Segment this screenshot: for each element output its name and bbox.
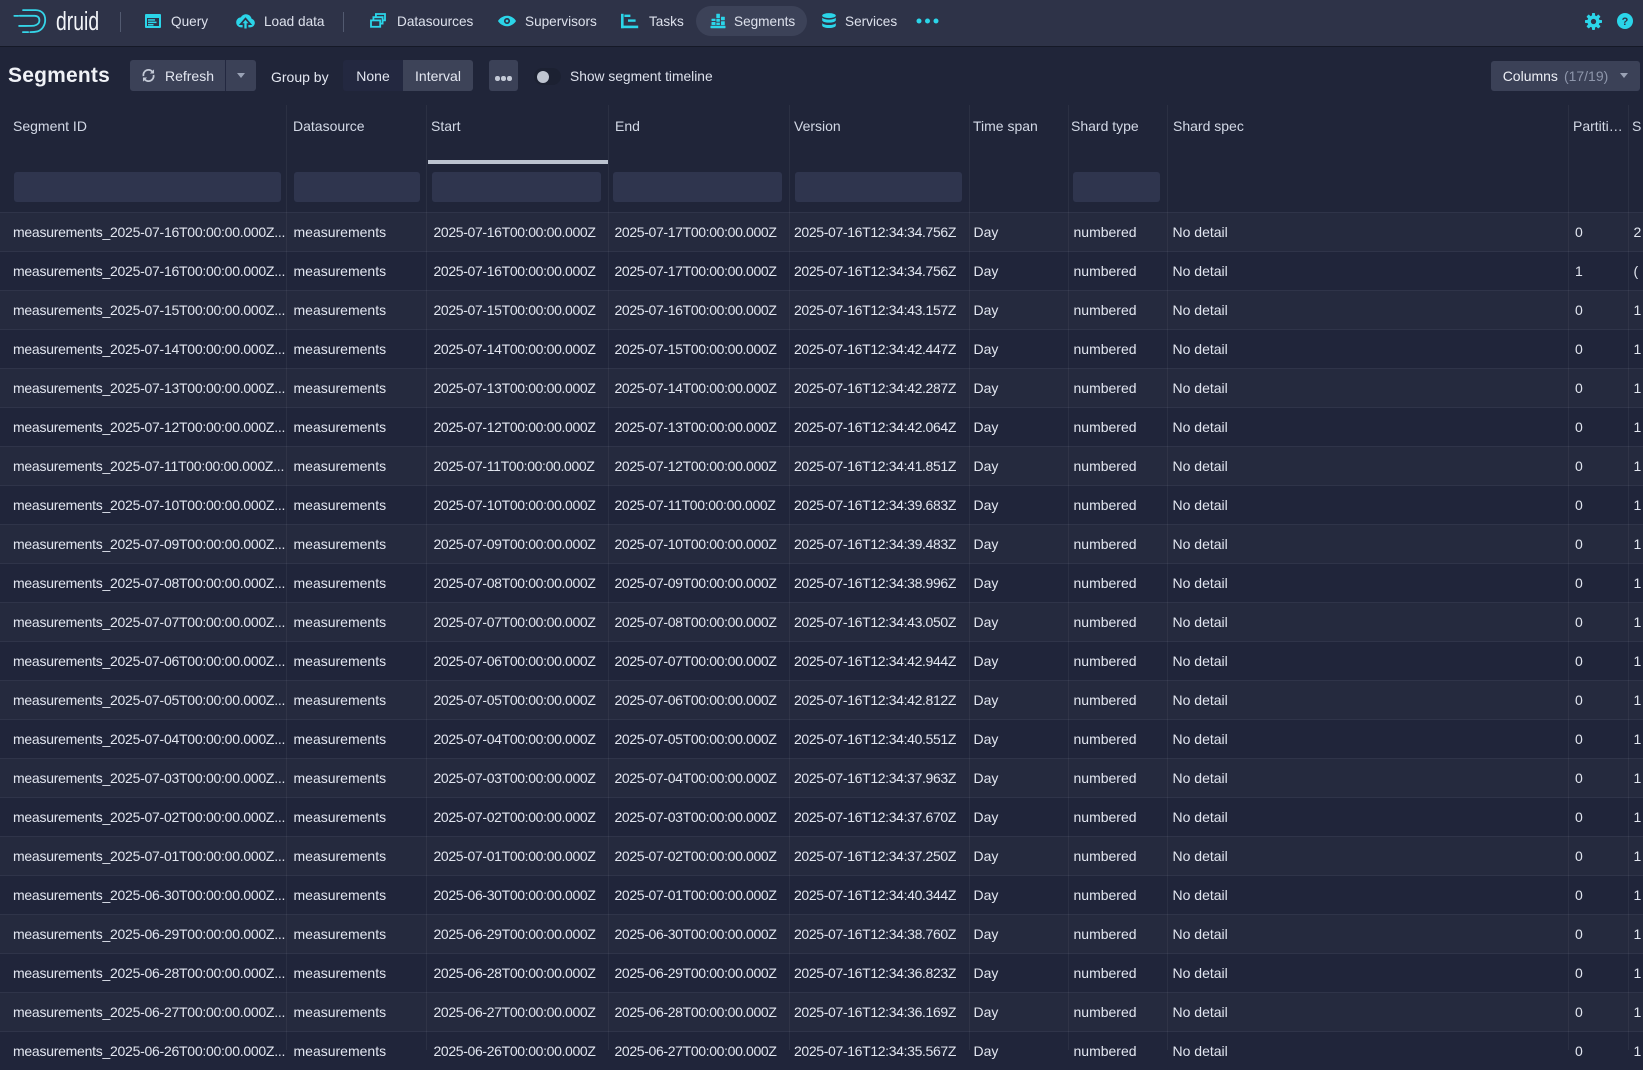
svg-text:?: ? (1622, 16, 1629, 28)
